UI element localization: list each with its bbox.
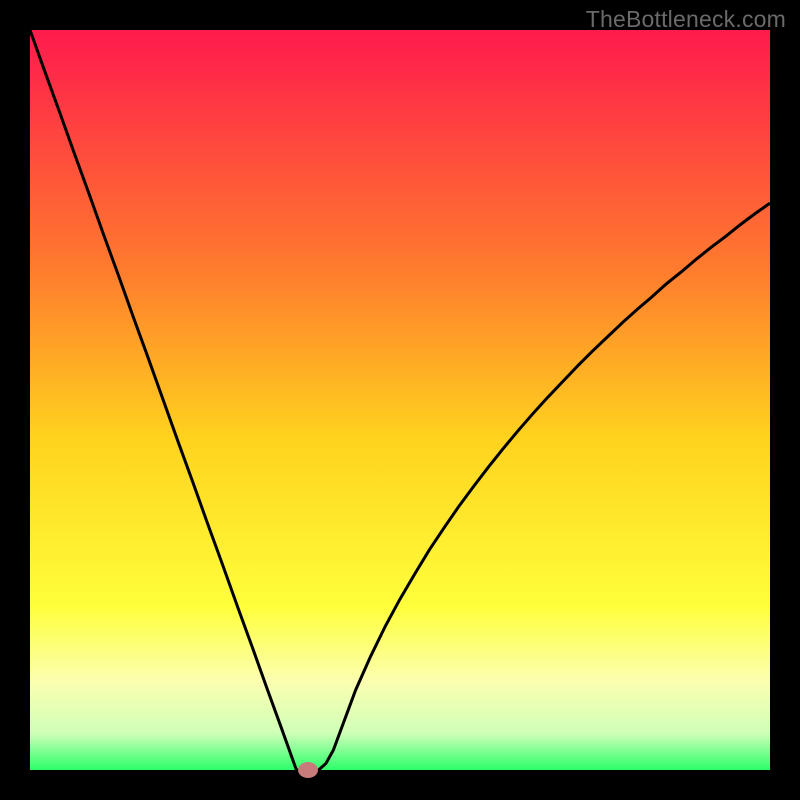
plot-area [30, 30, 770, 770]
watermark-text: TheBottleneck.com [586, 6, 786, 33]
bottleneck-curve [30, 30, 770, 770]
optimal-point-marker [298, 762, 318, 778]
chart-frame: TheBottleneck.com [0, 0, 800, 800]
